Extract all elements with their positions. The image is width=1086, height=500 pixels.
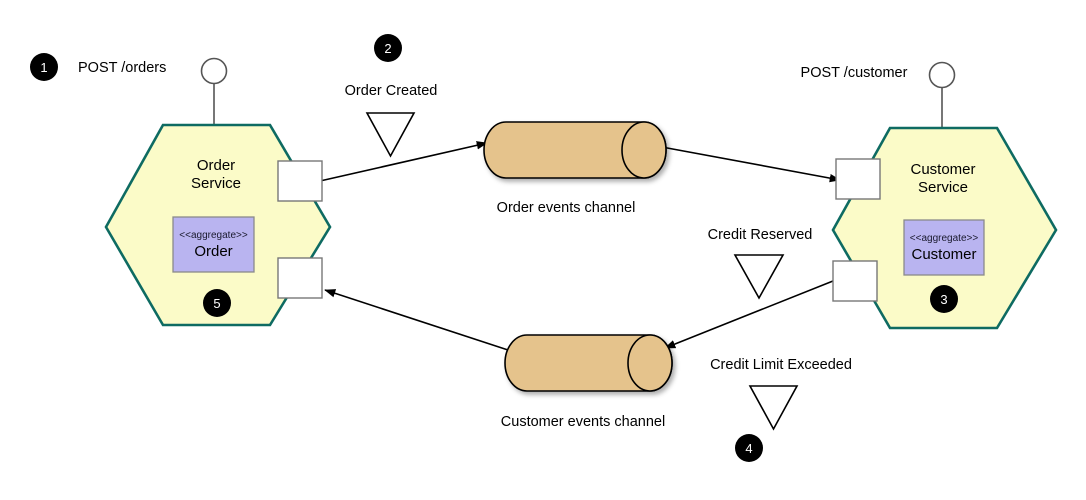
connector-order-port-to-order-channel <box>319 141 488 182</box>
connector-customer-channel-to-order-port <box>324 289 509 351</box>
customer-events-channel-end-cap <box>627 334 673 392</box>
order-service-interface-label: POST /orders <box>78 60 166 76</box>
step-badge-1-text: 1 <box>40 60 47 75</box>
connector-customer-port-to-customer-channel <box>664 280 834 349</box>
customer-service-outbound-port[interactable] <box>832 260 878 302</box>
order-events-channel-node[interactable] <box>483 121 667 179</box>
order-service-outbound-port[interactable] <box>277 160 323 202</box>
step-badge-4-text: 4 <box>745 441 752 456</box>
order-service-inbound-port[interactable] <box>277 257 323 299</box>
event-credit-limit-exceeded-triangle-icon <box>748 385 799 431</box>
order-events-channel-end-cap <box>621 121 667 179</box>
customer-service-interface-label: POST /customer <box>801 65 908 81</box>
order-aggregate-stereotype: <<aggregate>> <box>179 230 248 241</box>
customer-lollipop-circle-icon <box>928 61 956 89</box>
order-aggregate-box[interactable]: <<aggregate>> Order <box>172 216 255 273</box>
step-badge-3-text: 3 <box>940 292 947 307</box>
step-badge-5: 5 <box>203 289 231 317</box>
saga-choreography-diagram: POST /orders 1 POST /customer Order Serv… <box>0 0 1086 500</box>
event-credit-reserved-label: Credit Reserved <box>708 227 813 243</box>
order-service-name-line1: Order <box>197 157 235 174</box>
customer-service-interface-lollipop[interactable] <box>928 61 956 129</box>
step-badge-5-text: 5 <box>213 296 220 311</box>
event-credit-limit-exceeded: Credit Limit Exceeded 4 <box>710 357 852 462</box>
connector-order-channel-to-customer-port <box>650 144 841 183</box>
step-badge-2: 2 <box>374 34 402 62</box>
event-order-created-triangle-icon <box>365 112 416 158</box>
event-credit-reserved-triangle-icon <box>733 254 785 300</box>
customer-service-name-line1: Customer <box>910 161 975 178</box>
order-events-channel-label: Order events channel <box>497 200 636 216</box>
customer-aggregate-stereotype: <<aggregate>> <box>910 233 979 244</box>
order-aggregate-name: Order <box>194 243 232 260</box>
step-badge-3: 3 <box>930 285 958 313</box>
order-lollipop-circle-icon <box>200 57 228 85</box>
step-badge-4: 4 <box>735 434 763 462</box>
customer-events-channel-label: Customer events channel <box>501 414 665 430</box>
customer-service-name-line2: Service <box>918 179 968 196</box>
order-service-name-line2: Service <box>191 175 241 192</box>
step-badge-1: 1 <box>30 53 58 81</box>
customer-aggregate-name: Customer <box>911 246 976 263</box>
customer-aggregate-box[interactable]: <<aggregate>> Customer <box>903 219 985 276</box>
customer-events-channel-node[interactable] <box>504 334 673 392</box>
customer-service-inbound-port[interactable] <box>835 158 881 200</box>
event-credit-limit-exceeded-label: Credit Limit Exceeded <box>710 357 852 373</box>
event-credit-reserved: Credit Reserved <box>708 227 813 300</box>
event-order-created-label: Order Created <box>345 83 438 99</box>
diagram-canvas: POST /orders 1 POST /customer Order Serv… <box>30 34 1058 462</box>
order-service-interface-lollipop[interactable] <box>200 57 228 126</box>
event-order-created: 2 Order Created <box>345 34 438 158</box>
step-badge-2-text: 2 <box>384 41 391 56</box>
